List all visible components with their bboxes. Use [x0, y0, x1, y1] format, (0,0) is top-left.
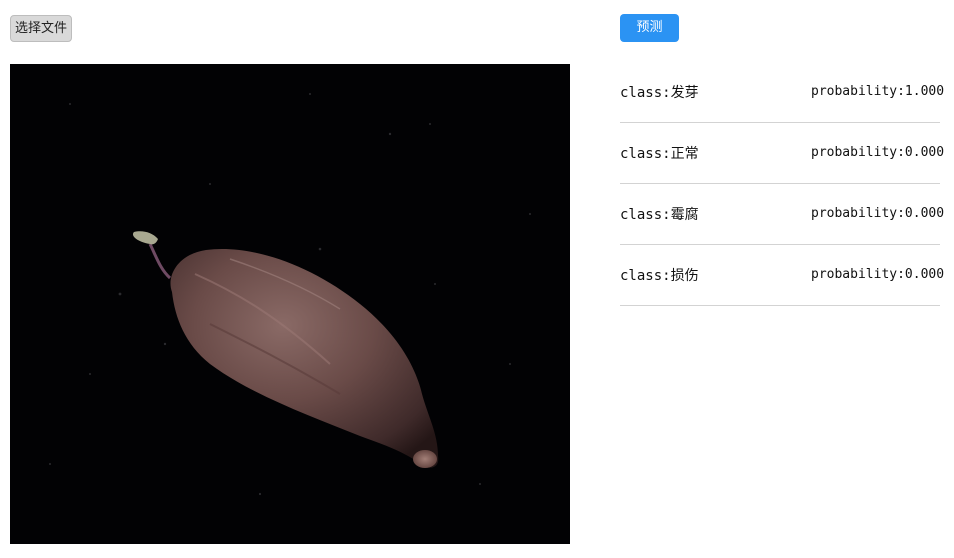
result-probability: probability:0.000: [811, 267, 945, 282]
predict-button[interactable]: 预测: [620, 14, 679, 42]
result-class-label: class:霉腐: [620, 207, 699, 223]
result-class-label: class:正常: [620, 146, 699, 162]
choose-file-button[interactable]: 选择文件: [10, 15, 72, 42]
result-row: class:发芽 probability:1.000: [620, 62, 944, 123]
result-row: class:正常 probability:0.000: [620, 123, 944, 184]
result-probability: probability:1.000: [811, 84, 945, 99]
result-probability: probability:0.000: [811, 145, 945, 160]
result-row: class:霉腐 probability:0.000: [620, 184, 944, 245]
result-class-label: class:损伤: [620, 268, 699, 284]
result-class-label: class:发芽: [620, 85, 699, 101]
result-probability: probability:0.000: [811, 206, 945, 221]
uploaded-image: [10, 64, 570, 544]
sweet-potato-image: [10, 64, 570, 544]
prediction-results: class:发芽 probability:1.000 class:正常 prob…: [620, 62, 944, 306]
result-row: class:损伤 probability:0.000: [620, 245, 944, 306]
